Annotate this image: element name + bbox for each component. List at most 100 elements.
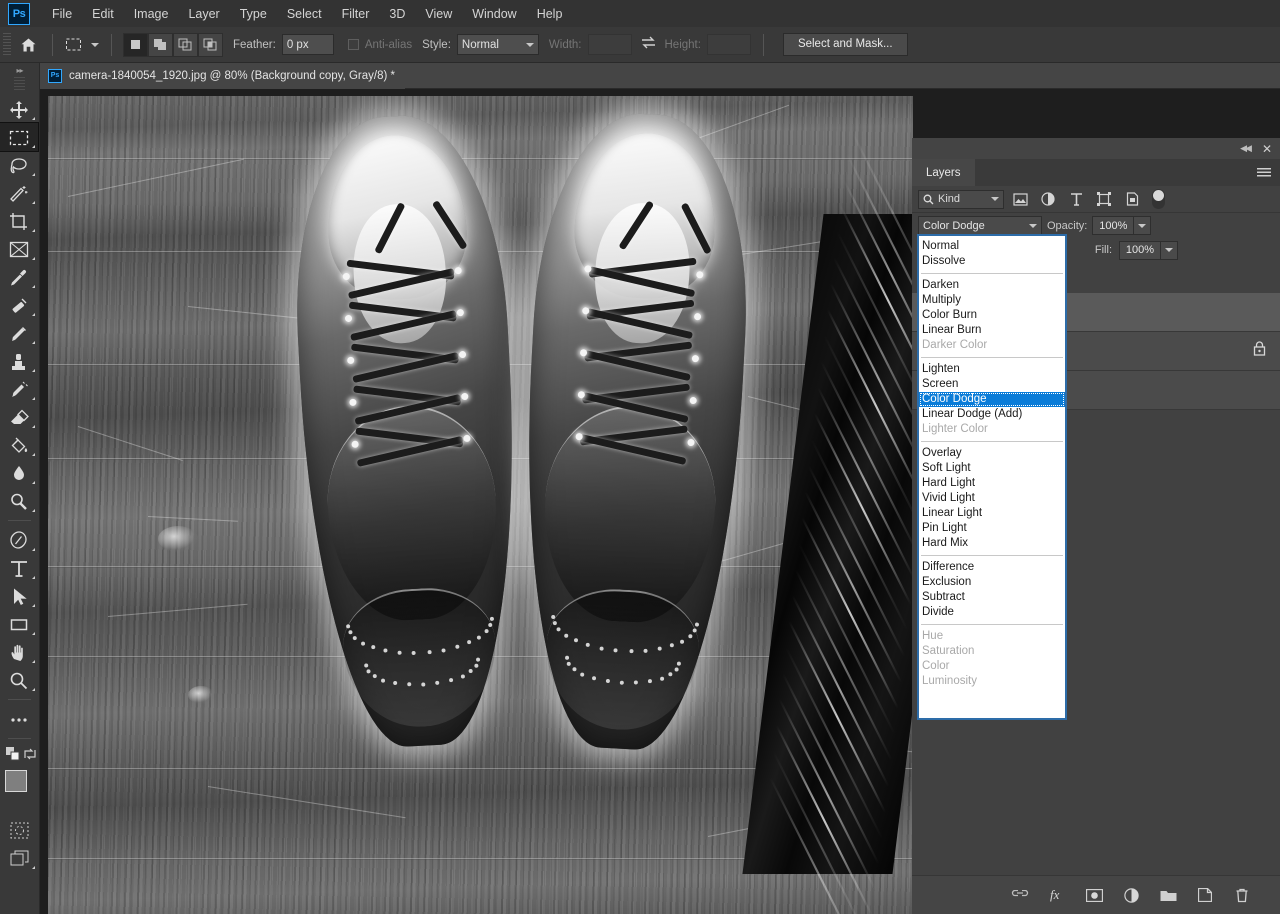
blend-mode-option-overlay[interactable]: Overlay — [919, 446, 1065, 461]
rectangle-tool[interactable] — [0, 610, 38, 638]
gradient-tool[interactable] — [0, 431, 38, 459]
new-group-icon[interactable] — [1158, 885, 1178, 905]
foreground-color-swatch[interactable] — [5, 770, 27, 792]
opacity-input[interactable]: 100% — [1092, 216, 1135, 235]
blend-mode-option-linear-dodge-add[interactable]: Linear Dodge (Add) — [919, 407, 1065, 422]
tab-layers[interactable]: Layers — [912, 159, 975, 186]
default-colors-icon[interactable] — [6, 747, 20, 766]
filter-smart-objects-icon[interactable] — [1120, 189, 1144, 209]
add-layer-style-icon[interactable]: fx — [1047, 885, 1067, 905]
anti-alias-checkbox-group[interactable]: Anti-alias — [347, 39, 412, 51]
blend-mode-option-color-burn[interactable]: Color Burn — [919, 308, 1065, 323]
blend-mode-option-color-dodge[interactable]: Color Dodge — [919, 392, 1065, 407]
toolbar-grip[interactable] — [14, 77, 25, 91]
menu-item-file[interactable]: File — [42, 3, 82, 25]
frame-tool[interactable] — [0, 235, 38, 263]
filter-kind-select[interactable]: Kind — [918, 189, 1004, 209]
lasso-tool[interactable] — [0, 151, 38, 179]
blend-mode-option-dissolve[interactable]: Dissolve — [919, 254, 1065, 269]
opacity-stepper[interactable] — [1134, 216, 1152, 235]
menu-item-3d[interactable]: 3D — [379, 3, 415, 25]
filter-adjustment-layers-icon[interactable] — [1036, 189, 1060, 209]
blend-mode-option-hard-mix[interactable]: Hard Mix — [919, 536, 1065, 551]
magic-wand-tool[interactable] — [0, 179, 38, 207]
swap-width-height-icon[interactable] — [632, 36, 665, 54]
filter-pixel-layers-icon[interactable] — [1008, 189, 1032, 209]
width-input[interactable] — [587, 34, 632, 55]
blend-mode-option-multiply[interactable]: Multiply — [919, 293, 1065, 308]
tool-preset-chevron[interactable] — [86, 42, 104, 47]
filter-shape-layers-icon[interactable] — [1092, 189, 1116, 209]
menu-item-view[interactable]: View — [415, 3, 462, 25]
options-bar-grip[interactable] — [3, 32, 11, 57]
blend-mode-option-linear-light[interactable]: Linear Light — [919, 506, 1065, 521]
menu-item-layer[interactable]: Layer — [178, 3, 229, 25]
blend-mode-option-soft-light[interactable]: Soft Light — [919, 461, 1065, 476]
add-to-selection-button[interactable] — [148, 32, 173, 57]
menu-item-help[interactable]: Help — [527, 3, 573, 25]
tool-preset-picker[interactable] — [60, 33, 86, 57]
home-icon[interactable] — [11, 28, 45, 62]
select-and-mask-button[interactable]: Select and Mask... — [782, 33, 908, 56]
document-image[interactable] — [48, 96, 913, 914]
blur-tool[interactable] — [0, 459, 38, 487]
blend-mode-option-hard-light[interactable]: Hard Light — [919, 476, 1065, 491]
link-layers-icon[interactable] — [1010, 885, 1030, 905]
collapse-toolbar-icon[interactable]: ▸▸ — [0, 63, 39, 77]
filter-enable-toggle[interactable] — [1152, 189, 1165, 209]
blend-mode-option-lighten[interactable]: Lighten — [919, 362, 1065, 377]
rectangular-marquee-tool[interactable] — [0, 122, 39, 152]
screen-mode-icon[interactable] — [0, 844, 38, 872]
new-selection-button[interactable] — [123, 32, 148, 57]
feather-input[interactable]: 0 px — [281, 34, 334, 55]
eraser-tool[interactable] — [0, 403, 38, 431]
spot-healing-brush-tool[interactable] — [0, 291, 38, 319]
menu-item-filter[interactable]: Filter — [332, 3, 380, 25]
pen-tool[interactable] — [0, 526, 38, 554]
fill-stepper[interactable] — [1161, 240, 1178, 260]
blend-mode-option-exclusion[interactable]: Exclusion — [919, 575, 1065, 590]
height-input[interactable] — [706, 34, 751, 55]
move-tool[interactable] — [0, 95, 38, 123]
blend-mode-select[interactable]: Color Dodge — [918, 216, 1042, 235]
blend-mode-option-screen[interactable]: Screen — [919, 377, 1065, 392]
blend-mode-option-pin-light[interactable]: Pin Light — [919, 521, 1065, 536]
anti-alias-checkbox[interactable] — [347, 39, 359, 50]
document-tab[interactable]: Ps camera-1840054_1920.jpg @ 80% (Backgr… — [40, 62, 405, 89]
path-selection-tool[interactable] — [0, 582, 38, 610]
close-icon[interactable]: ✕ — [1262, 143, 1272, 155]
hand-tool[interactable] — [0, 638, 38, 666]
blend-mode-option-subtract[interactable]: Subtract — [919, 590, 1065, 605]
new-adjustment-layer-icon[interactable] — [1121, 885, 1141, 905]
intersect-with-selection-button[interactable] — [198, 32, 223, 57]
clone-stamp-tool[interactable] — [0, 347, 38, 375]
collapse-panel-icon[interactable]: ◀◀ — [1240, 143, 1252, 154]
dodge-tool[interactable] — [0, 487, 38, 515]
subtract-from-selection-button[interactable] — [173, 32, 198, 57]
panel-menu-icon[interactable] — [1257, 168, 1271, 178]
horizontal-type-tool[interactable] — [0, 554, 38, 582]
zoom-tool[interactable] — [0, 666, 38, 694]
menu-item-type[interactable]: Type — [230, 3, 277, 25]
eyedropper-tool[interactable] — [0, 263, 38, 291]
new-layer-icon[interactable] — [1195, 885, 1215, 905]
blend-mode-option-divide[interactable]: Divide — [919, 605, 1065, 620]
delete-layer-icon[interactable] — [1232, 885, 1252, 905]
crop-tool[interactable] — [0, 207, 38, 235]
filter-type-layers-icon[interactable] — [1064, 189, 1088, 209]
brush-tool[interactable] — [0, 319, 38, 347]
blend-mode-option-normal[interactable]: Normal — [919, 239, 1065, 254]
blend-mode-option-difference[interactable]: Difference — [919, 560, 1065, 575]
menu-item-select[interactable]: Select — [277, 3, 332, 25]
edit-toolbar[interactable] — [0, 705, 38, 733]
menu-item-image[interactable]: Image — [124, 3, 179, 25]
swap-colors-icon[interactable] — [24, 747, 36, 765]
add-layer-mask-icon[interactable] — [1084, 885, 1104, 905]
menu-item-edit[interactable]: Edit — [82, 3, 124, 25]
menu-item-window[interactable]: Window — [462, 3, 526, 25]
history-brush-tool[interactable] — [0, 375, 38, 403]
blend-mode-option-vivid-light[interactable]: Vivid Light — [919, 491, 1065, 506]
blend-mode-option-darken[interactable]: Darken — [919, 278, 1065, 293]
style-select[interactable]: Normal — [456, 34, 539, 55]
fill-input[interactable]: 100% — [1119, 240, 1161, 260]
